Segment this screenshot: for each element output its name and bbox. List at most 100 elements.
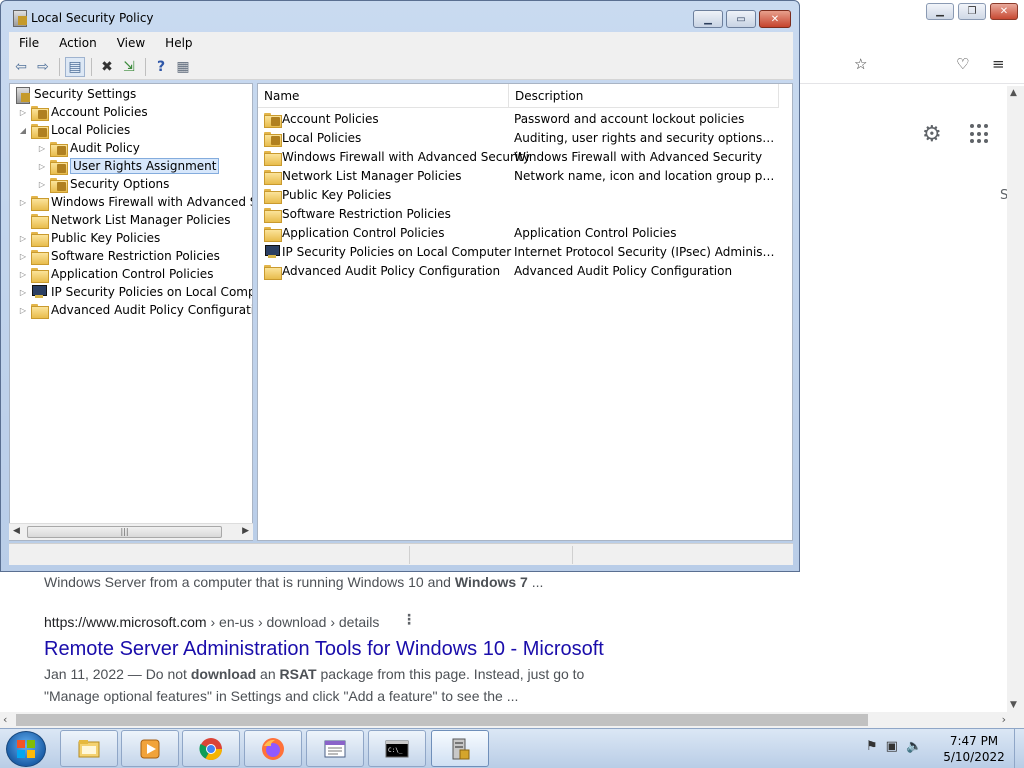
tree-label: IP Security Policies on Local Computer	[51, 285, 253, 299]
volume-icon[interactable]: 🔈	[906, 739, 922, 754]
taskbar-firefox[interactable]	[244, 730, 302, 767]
result-more-icon[interactable]: ⋮	[402, 612, 416, 628]
expand-arrow-icon[interactable]: ▷	[18, 108, 28, 117]
pocket-icon[interactable]: ♡	[956, 55, 969, 73]
folder-icon	[31, 249, 49, 265]
expand-arrow-icon[interactable]: ▷	[37, 144, 47, 153]
tree-horizontal-scrollbar[interactable]: ◀ ||| ▶	[9, 523, 253, 540]
show-hide-console-tree-icon[interactable]: ▤	[65, 57, 85, 77]
scroll-right-icon[interactable]: ›	[1002, 713, 1006, 726]
browser-minimize-button[interactable]: ▁	[926, 3, 954, 20]
forward-arrow-icon[interactable]: ⇨	[33, 57, 53, 77]
tree-item-network-list-manager[interactable]: Network List Manager Policies	[18, 211, 231, 229]
list-row[interactable]: Windows Firewall with Advanced Security …	[258, 148, 792, 167]
tree-item-security-options[interactable]: ▷ Security Options	[37, 175, 169, 193]
list-row[interactable]: Application Control Policies Application…	[258, 224, 792, 243]
list-row[interactable]: Account Policies Password and account lo…	[258, 110, 792, 129]
hamburger-menu-icon[interactable]: ≡	[992, 55, 1005, 73]
row-name-text: Advanced Audit Policy Configuration	[282, 264, 501, 278]
expand-arrow-icon[interactable]: ▷	[18, 252, 28, 261]
network-icon[interactable]: ▣	[886, 739, 898, 754]
folder-icon	[264, 207, 282, 223]
tree-item-public-key-policies[interactable]: ▷ Public Key Policies	[18, 229, 160, 247]
expand-arrow-icon[interactable]: ▷	[18, 198, 28, 207]
bookmark-star-icon[interactable]: ☆	[854, 55, 867, 73]
result-title-link[interactable]: Remote Server Administration Tools for W…	[44, 638, 604, 661]
scroll-left-icon[interactable]: ◀	[13, 526, 20, 536]
taskbar-network-window[interactable]	[306, 730, 364, 767]
google-apps-icon[interactable]	[970, 124, 990, 144]
tree-item-audit-policy[interactable]: ▷ Audit Policy	[37, 139, 140, 157]
tree-item-local-policies[interactable]: ◢ Local Policies	[18, 121, 130, 139]
result-url[interactable]: https://www.microsoft.com › en-us › down…	[44, 614, 379, 630]
help-icon[interactable]: ?	[151, 57, 171, 77]
menu-file[interactable]: File	[9, 36, 49, 50]
row-description: Windows Firewall with Advanced Security	[514, 150, 763, 164]
snip-bold: RSAT	[279, 666, 317, 682]
list-row[interactable]: Network List Manager Policies Network na…	[258, 167, 792, 186]
column-header-description[interactable]: Description	[509, 84, 779, 108]
scroll-up-icon[interactable]: ▲	[1010, 88, 1017, 98]
list-row[interactable]: Advanced Audit Policy Configuration Adva…	[258, 262, 792, 281]
menu-help[interactable]: Help	[155, 36, 202, 50]
browser-vertical-scrollbar[interactable]: ▲ ▼	[1007, 86, 1024, 712]
taskbar-media-player[interactable]	[121, 730, 179, 767]
tree-label: User Rights Assignment	[70, 158, 220, 174]
tree-item-advanced-audit[interactable]: ▷ Advanced Audit Policy Configuration	[18, 301, 252, 319]
expand-arrow-icon[interactable]: ▷	[18, 234, 28, 243]
expand-arrow-icon[interactable]: ▷	[37, 162, 47, 171]
tree-label: Windows Firewall with Advanced Security	[51, 195, 252, 209]
export-list-icon[interactable]: ⇲	[119, 57, 139, 77]
close-button[interactable]: ✕	[759, 10, 791, 28]
show-desktop-button[interactable]	[1014, 729, 1024, 768]
tree-item-windows-firewall[interactable]: ▷ Windows Firewall with Advanced Securit…	[18, 193, 252, 211]
tree-item-software-restriction[interactable]: ▷ Software Restriction Policies	[18, 247, 220, 265]
row-name-text: Network List Manager Policies	[282, 169, 462, 183]
taskbar-chrome[interactable]	[182, 730, 240, 767]
list-row[interactable]: IP Security Policies on Local Computer I…	[258, 243, 792, 262]
browser-restore-button[interactable]: ❐	[958, 3, 986, 20]
result-snippet-line2: "Manage optional features" in Settings a…	[44, 688, 519, 704]
settings-gear-icon[interactable]: ⚙	[922, 122, 942, 147]
collapse-arrow-icon[interactable]: ◢	[18, 126, 28, 135]
menu-view[interactable]: View	[107, 36, 155, 50]
taskbar-explorer[interactable]	[60, 730, 118, 767]
taskbar-command-prompt[interactable]: C:\_	[368, 730, 426, 767]
expand-arrow-icon[interactable]: ▷	[18, 288, 28, 297]
action-center-flag-icon[interactable]: ⚑	[866, 739, 878, 754]
tree-item-user-rights-assignment[interactable]: ▷ User Rights Assignment	[37, 157, 220, 175]
list-row[interactable]: Local Policies Auditing, user rights and…	[258, 129, 792, 148]
taskbar-local-security-policy[interactable]	[431, 730, 489, 767]
tree-item-ip-security[interactable]: ▷ IP Security Policies on Local Computer	[18, 283, 253, 301]
browser-close-button[interactable]: ✕	[990, 3, 1018, 20]
list-row[interactable]: Public Key Policies	[258, 186, 792, 205]
snip-text: package from this page. Instead, just go…	[316, 666, 585, 682]
snippet-text: Windows Server from a computer that is r…	[44, 574, 455, 590]
tree-item-account-policies[interactable]: ▷ Account Policies	[18, 103, 148, 121]
delete-icon[interactable]: ✖	[97, 57, 117, 77]
scroll-left-icon[interactable]: ‹	[3, 713, 7, 726]
menu-action[interactable]: Action	[49, 36, 107, 50]
show-hide-action-pane-icon[interactable]: ▦	[173, 57, 193, 77]
expand-arrow-icon[interactable]: ▷	[37, 180, 47, 189]
tree-item-application-control[interactable]: ▷ Application Control Policies	[18, 265, 213, 283]
expand-arrow-icon[interactable]: ▷	[18, 270, 28, 279]
file-explorer-icon	[78, 739, 100, 757]
maximize-button[interactable]: ▭	[726, 10, 756, 28]
expand-arrow-icon[interactable]: ▷	[18, 306, 28, 315]
scroll-down-icon[interactable]: ▼	[1010, 700, 1017, 710]
back-arrow-icon[interactable]: ⇦	[11, 57, 31, 77]
row-name-text: Local Policies	[282, 131, 362, 145]
browser-horizontal-scrollbar[interactable]: ‹ ›	[0, 712, 1024, 728]
start-button[interactable]	[6, 731, 46, 767]
column-header-name[interactable]: Name	[258, 84, 509, 108]
scroll-thumb[interactable]: |||	[27, 526, 222, 538]
scroll-right-icon[interactable]: ▶	[242, 526, 249, 536]
security-settings-icon	[14, 86, 30, 104]
list-row[interactable]: Software Restriction Policies	[258, 205, 792, 224]
tree-root-security-settings[interactable]: Security Settings	[14, 85, 136, 104]
clock[interactable]: 7:47 PM 5/10/2022	[934, 733, 1014, 765]
scroll-thumb[interactable]	[16, 714, 868, 726]
title-bar[interactable]: Local Security Policy ▁ ▭ ✕	[1, 1, 799, 33]
minimize-button[interactable]: ▁	[693, 10, 723, 28]
